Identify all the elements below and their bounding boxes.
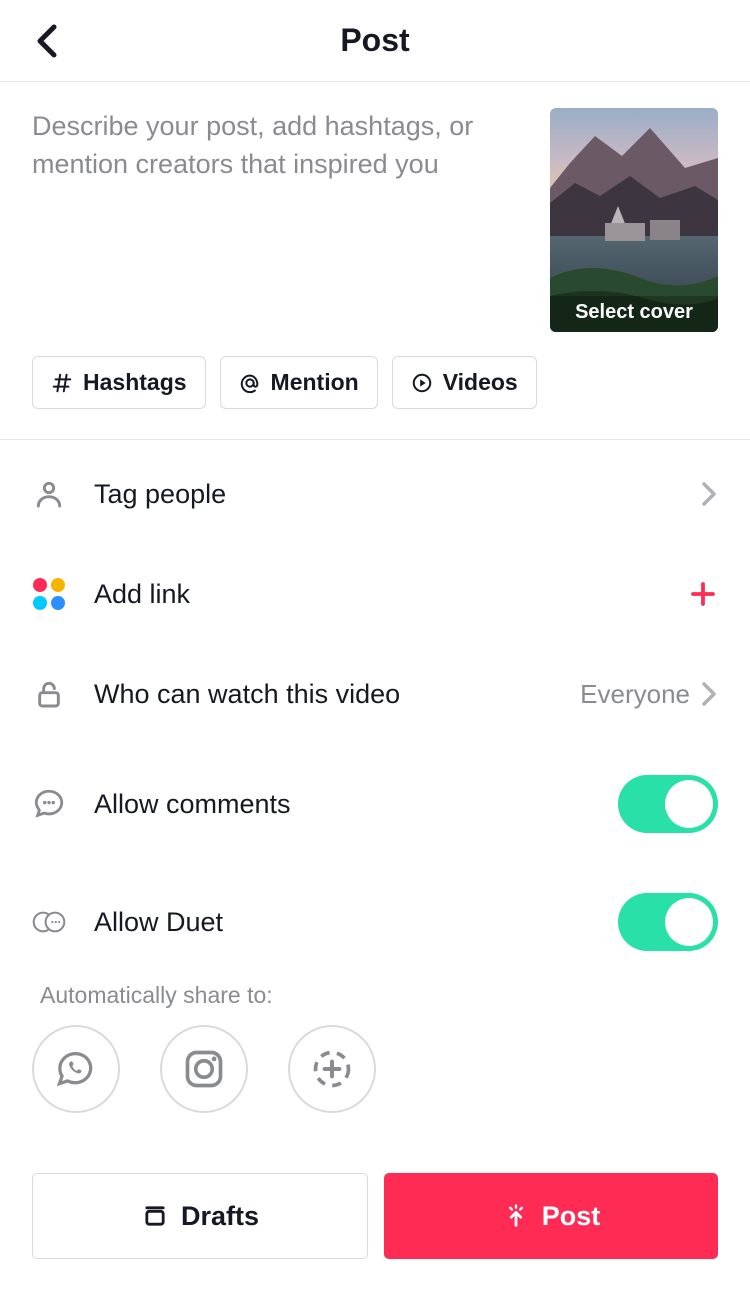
- add-link-row[interactable]: Add link: [32, 544, 718, 644]
- at-icon: [239, 372, 261, 394]
- mention-chip-label: Mention: [271, 369, 359, 396]
- drafts-button-label: Drafts: [181, 1201, 259, 1232]
- play-circle-icon: [411, 372, 433, 394]
- videos-chip-label: Videos: [443, 369, 518, 396]
- button-row: Drafts Post: [32, 1173, 718, 1259]
- add-link-label: Add link: [94, 579, 660, 610]
- select-cover-label: Select cover: [550, 301, 718, 324]
- comment-icon: [32, 787, 66, 821]
- chip-row: Hashtags Mention Videos: [0, 332, 750, 440]
- tag-people-label: Tag people: [94, 479, 672, 510]
- person-icon: [32, 477, 66, 511]
- whatsapp-share[interactable]: [32, 1025, 120, 1113]
- instagram-icon: [182, 1047, 226, 1091]
- hashtags-chip-label: Hashtags: [83, 369, 187, 396]
- allow-duet-toggle[interactable]: [618, 893, 718, 951]
- privacy-label: Who can watch this video: [94, 679, 552, 710]
- privacy-value: Everyone: [580, 679, 690, 710]
- hashtags-chip[interactable]: Hashtags: [32, 356, 206, 409]
- mention-chip[interactable]: Mention: [220, 356, 378, 409]
- tag-people-row[interactable]: Tag people: [32, 444, 718, 544]
- options-list: Tag people Add link Who can watch this v…: [0, 440, 750, 972]
- drafts-icon: [141, 1202, 169, 1230]
- chevron-right-icon: [700, 680, 718, 708]
- description-input[interactable]: Describe your post, add hashtags, or men…: [32, 108, 530, 332]
- duet-icon: [32, 905, 66, 939]
- add-circle-dashed-icon: [310, 1047, 354, 1091]
- instagram-share[interactable]: [160, 1025, 248, 1113]
- post-icon: [502, 1202, 530, 1230]
- allow-duet-row: Allow Duet: [32, 872, 718, 972]
- plus-icon: [688, 579, 718, 609]
- cover-thumbnail: [550, 108, 718, 332]
- share-label: Automatically share to:: [0, 972, 750, 1025]
- post-button[interactable]: Post: [384, 1173, 718, 1259]
- cover-selector[interactable]: Select cover: [550, 108, 718, 332]
- allow-comments-row: Allow comments: [32, 754, 718, 854]
- share-icons: [0, 1025, 750, 1113]
- whatsapp-icon: [54, 1047, 98, 1091]
- lock-icon: [32, 677, 66, 711]
- allow-comments-label: Allow comments: [94, 789, 590, 820]
- chevron-left-icon: [34, 23, 58, 59]
- header: Post: [0, 0, 750, 82]
- privacy-row[interactable]: Who can watch this video Everyone: [32, 644, 718, 744]
- drafts-button[interactable]: Drafts: [32, 1173, 368, 1259]
- hash-icon: [51, 372, 73, 394]
- compose-area: Describe your post, add hashtags, or men…: [0, 82, 750, 332]
- videos-chip[interactable]: Videos: [392, 356, 537, 409]
- post-button-label: Post: [542, 1201, 601, 1232]
- allow-duet-label: Allow Duet: [94, 907, 590, 938]
- allow-comments-toggle[interactable]: [618, 775, 718, 833]
- chevron-right-icon: [700, 480, 718, 508]
- dots-icon: [32, 577, 66, 611]
- page-title: Post: [340, 22, 409, 59]
- back-button[interactable]: [28, 23, 64, 59]
- more-share[interactable]: [288, 1025, 376, 1113]
